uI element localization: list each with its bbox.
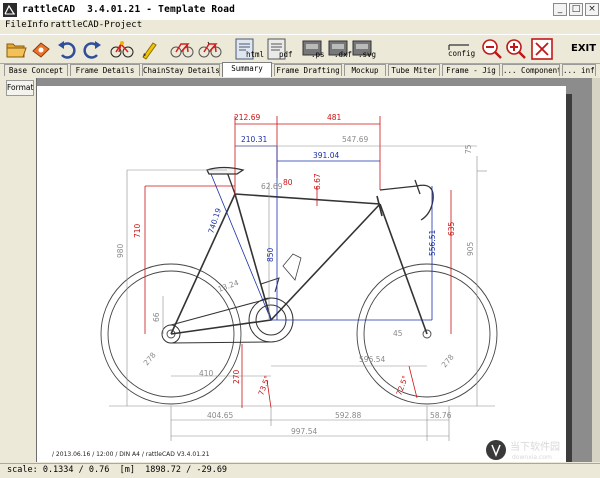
tab-frame-details[interactable]: Frame Details: [70, 64, 140, 76]
toolbar: html pdf .ps .dxf .svg config EXIT: [0, 34, 600, 64]
dim-text: 6.67: [313, 173, 322, 190]
dim-text: 62.69: [261, 182, 283, 191]
close-button[interactable]: ×: [585, 3, 599, 16]
export-ps-label: .ps: [311, 50, 325, 59]
dimension-lines-blue: [210, 145, 433, 321]
tab-mockup[interactable]: Mockup: [344, 64, 386, 76]
dim-text: 75: [464, 144, 473, 154]
dim-text: 997.54: [291, 427, 317, 436]
zoom-out-icon[interactable]: [480, 37, 504, 61]
watermark-line1: 当下软件园: [510, 440, 560, 453]
dim-text: 635: [447, 221, 456, 236]
title-bar: rattleCAD 3.4.01.21 - Template Road _ □ …: [0, 0, 600, 21]
fit-icon[interactable]: [530, 37, 554, 61]
maximize-button[interactable]: □: [569, 3, 583, 16]
tab-components[interactable]: ... Components: [502, 64, 560, 76]
saddle: [206, 166, 245, 195]
dim-text: 905: [466, 241, 475, 256]
sheet-shadow: [566, 94, 572, 462]
tab-info[interactable]: ... info: [562, 64, 596, 76]
bike-frame-icon[interactable]: [170, 37, 194, 61]
tab-tube-miter[interactable]: Tube Miter: [388, 64, 440, 76]
status-text: scale: 0.1334 / 0.76 [m] 1898.72 / -29.6…: [7, 465, 228, 475]
dim-text: 980: [116, 243, 125, 258]
bottle-cage: [282, 253, 302, 281]
window-title: rattleCAD 3.4.01.21 - Template Road: [22, 4, 236, 15]
tab-base-concept[interactable]: Base Concept: [4, 64, 68, 76]
dim-text: 391.04: [313, 151, 339, 160]
export-pdf-label: pdf: [279, 50, 293, 59]
minimize-button[interactable]: _: [553, 3, 567, 16]
open-folder-icon[interactable]: [4, 37, 28, 61]
status-bar: scale: 0.1334 / 0.76 [m] 1898.72 / -29.6…: [0, 463, 600, 478]
redo-icon[interactable]: [80, 37, 104, 61]
vertical-scrollbar[interactable]: [592, 78, 600, 462]
dim-text: 45: [393, 329, 403, 338]
menu-file[interactable]: File: [5, 20, 27, 30]
format-button[interactable]: Format: [6, 80, 34, 96]
dim-text: 58.76: [430, 411, 452, 420]
app-icon: [3, 3, 17, 17]
highlight-icon[interactable]: [137, 37, 161, 61]
tab-bar: Base Concept Frame Details ChainStay Det…: [0, 62, 600, 77]
tab-summary[interactable]: Summary: [222, 62, 272, 77]
menu-info[interactable]: Info: [27, 20, 49, 30]
dim-text: 72.5°: [394, 374, 410, 397]
dim-text: 481: [327, 113, 342, 122]
bike-render-icon[interactable]: [110, 37, 134, 61]
menu-bar: File Info rattleCAD-Project: [0, 20, 600, 33]
bike-drawing: 212.69 481 210.31 547.69 391.04 62.69 80…: [52, 113, 498, 458]
dim-text: 210.31: [241, 135, 267, 144]
tab-chainstay-details[interactable]: ChainStay Details: [142, 64, 220, 76]
dim-text: 278: [142, 350, 158, 367]
dim-text: 73.5°: [256, 374, 272, 397]
dim-text: 404.65: [207, 411, 233, 420]
dim-text: 270: [232, 369, 241, 384]
dim-text: 212.69: [234, 113, 260, 122]
dim-text: 80: [283, 178, 293, 187]
dim-text: 710: [133, 223, 142, 238]
dimension-lines-red: [144, 116, 452, 409]
bike-frame-alt-icon[interactable]: [198, 37, 222, 61]
watermark: 当下软件园 downxia.com: [484, 438, 596, 462]
dim-text: 596.54: [359, 355, 385, 364]
tab-frame-jig[interactable]: Frame - Jig: [442, 64, 500, 76]
drawing-canvas[interactable]: 212.69 481 210.31 547.69 391.04 62.69 80…: [36, 78, 593, 462]
dim-text: 13.24: [217, 278, 240, 294]
export-svg-label: .svg: [358, 50, 377, 59]
dim-text: 740.19: [206, 207, 223, 235]
zoom-in-icon[interactable]: [504, 37, 528, 61]
dim-text: 410: [199, 369, 214, 378]
config-label: config: [448, 49, 476, 58]
dim-text: 547.69: [342, 135, 368, 144]
save-icon[interactable]: [29, 37, 53, 61]
export-html-label: html: [246, 50, 265, 59]
exit-button[interactable]: EXIT: [571, 43, 596, 54]
dim-text: 278: [440, 352, 456, 369]
drawing-sheet: 212.69 481 210.31 547.69 391.04 62.69 80…: [37, 86, 566, 462]
handlebar: [379, 179, 434, 221]
watermark-line2: downxia.com: [512, 454, 552, 461]
undo-icon[interactable]: [55, 37, 79, 61]
dim-text: 66: [152, 312, 161, 322]
tab-frame-drafting[interactable]: Frame Drafting: [274, 64, 342, 76]
menu-project[interactable]: rattleCAD-Project: [50, 20, 142, 30]
drawing-footer: / 2013.06.16 / 12:00 / DIN A4 / rattleCA…: [52, 451, 210, 458]
dim-text: 556.51: [428, 230, 437, 256]
dim-text: 850: [266, 247, 275, 262]
dim-text: 592.88: [335, 411, 361, 420]
